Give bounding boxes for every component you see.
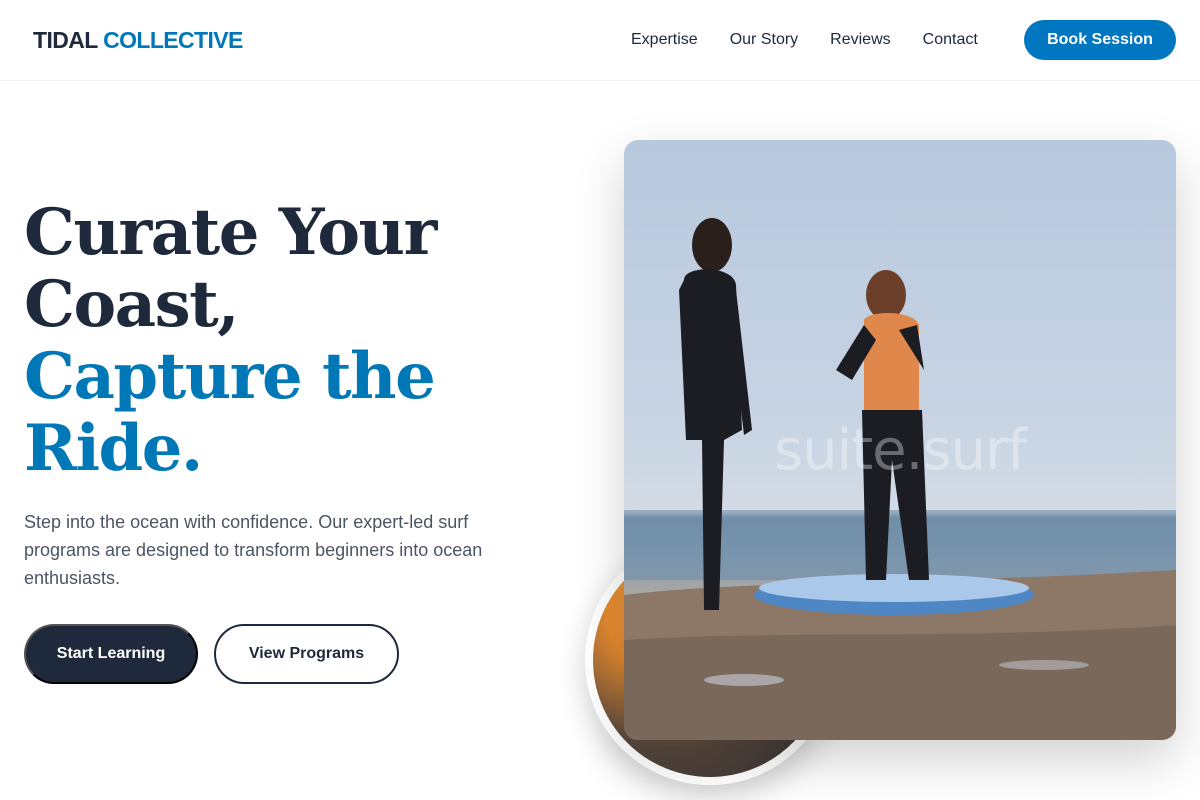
surfers-beach-photo: suite.surf [624, 140, 1176, 740]
nav-link-reviews[interactable]: Reviews [830, 31, 890, 49]
logo-word-collective: COLLECTIVE [103, 27, 243, 53]
book-session-button[interactable]: Book Session [1024, 20, 1176, 60]
start-learning-button[interactable]: Start Learning [24, 624, 198, 684]
nav-link-expertise[interactable]: Expertise [631, 31, 698, 49]
view-programs-button[interactable]: View Programs [214, 624, 399, 684]
nav-link-our-story[interactable]: Our Story [730, 31, 798, 49]
headline-line-3: Capture the [24, 339, 436, 414]
nav-link-contact[interactable]: Contact [923, 31, 978, 49]
main-nav: Expertise Our Story Reviews Contact [631, 31, 1010, 49]
headline-line-4: Ride. [24, 411, 203, 486]
hero-lead-text: Step into the ocean with confidence. Our… [24, 512, 483, 588]
logo[interactable]: TIDAL COLLECTIVE [33, 27, 243, 53]
image-watermark: suite.surf [774, 418, 1027, 483]
site-header: TIDAL COLLECTIVE Expertise Our Story Rev… [0, 0, 1200, 81]
logo-word-tidal: TIDAL [33, 27, 98, 53]
hero-headline: Curate Your Coast, Capture the Ride. [24, 197, 564, 485]
headline-line-2: Coast, [24, 267, 239, 342]
headline-line-1: Curate Your [24, 195, 437, 270]
